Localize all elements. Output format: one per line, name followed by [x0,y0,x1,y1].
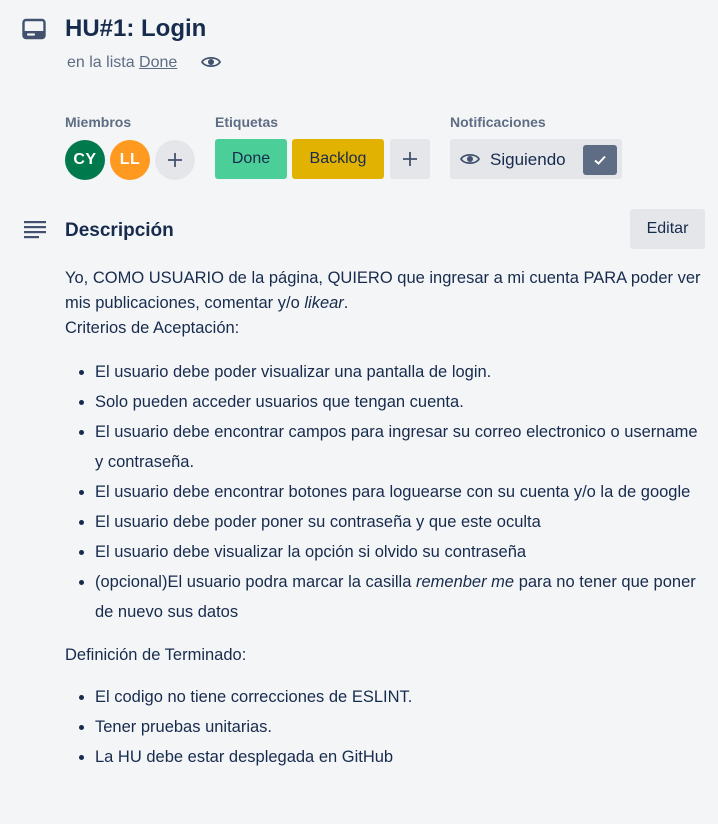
members-label: Miembros [65,114,132,130]
notifications-label: Notificaciones [450,114,546,130]
add-label-button[interactable] [390,139,430,179]
list-item: El codigo no tiene correcciones de ESLIN… [95,682,705,712]
list-link[interactable]: Done [139,54,177,71]
list-item: Tener pruebas unitarias. [95,712,705,742]
list-item: El usuario debe encontrar botones para l… [95,477,705,507]
add-member-button[interactable] [155,140,195,180]
description-body[interactable]: Yo, COMO USUARIO de la página, QUIERO qu… [65,266,705,772]
list-item: Solo pueden acceder usuarios que tengan … [95,387,705,417]
card-icon [22,18,46,40]
list-item: La HU debe estar desplegada en GitHub [95,742,705,772]
avatar-ll[interactable]: LL [110,140,150,180]
list-item: El usuario debe poder poner su contraseñ… [95,507,705,537]
list-item: (opcional)El usuario podra marcar la cas… [95,567,705,627]
list-item: El usuario debe visualizar la opción si … [95,537,705,567]
done-heading: Definición de Terminado: [65,646,247,664]
eye-icon [460,153,480,165]
check-icon [594,155,606,165]
criteria-list: El usuario debe poder visualizar una pan… [65,357,705,627]
following-checkbox[interactable] [583,145,617,175]
edit-description-button[interactable]: Editar [630,209,705,249]
in-list-prefix: en la lista [67,54,135,71]
list-info: en la lista Done [67,51,177,75]
criteria-heading: Criterios de Aceptación: [65,319,240,337]
list-item: El usuario debe encontrar campos para in… [95,417,705,477]
plus-icon [403,152,417,166]
description-icon [24,221,46,239]
plus-icon [168,153,182,167]
description-intro: Yo, COMO USUARIO de la página, QUIERO qu… [65,269,701,312]
labels-label: Etiquetas [215,114,279,130]
list-item: El usuario debe poder visualizar una pan… [95,357,705,387]
follow-button-label[interactable]: Siguiendo [490,149,566,171]
done-list: El codigo no tiene correcciones de ESLIN… [65,682,705,772]
label-backlog[interactable]: Backlog [292,139,384,179]
eye-icon[interactable] [201,53,221,71]
card-title[interactable]: HU#1: Login [65,12,206,46]
label-done[interactable]: Done [215,139,287,179]
description-heading: Descripción [65,220,174,241]
avatar-cy[interactable]: CY [65,140,105,180]
